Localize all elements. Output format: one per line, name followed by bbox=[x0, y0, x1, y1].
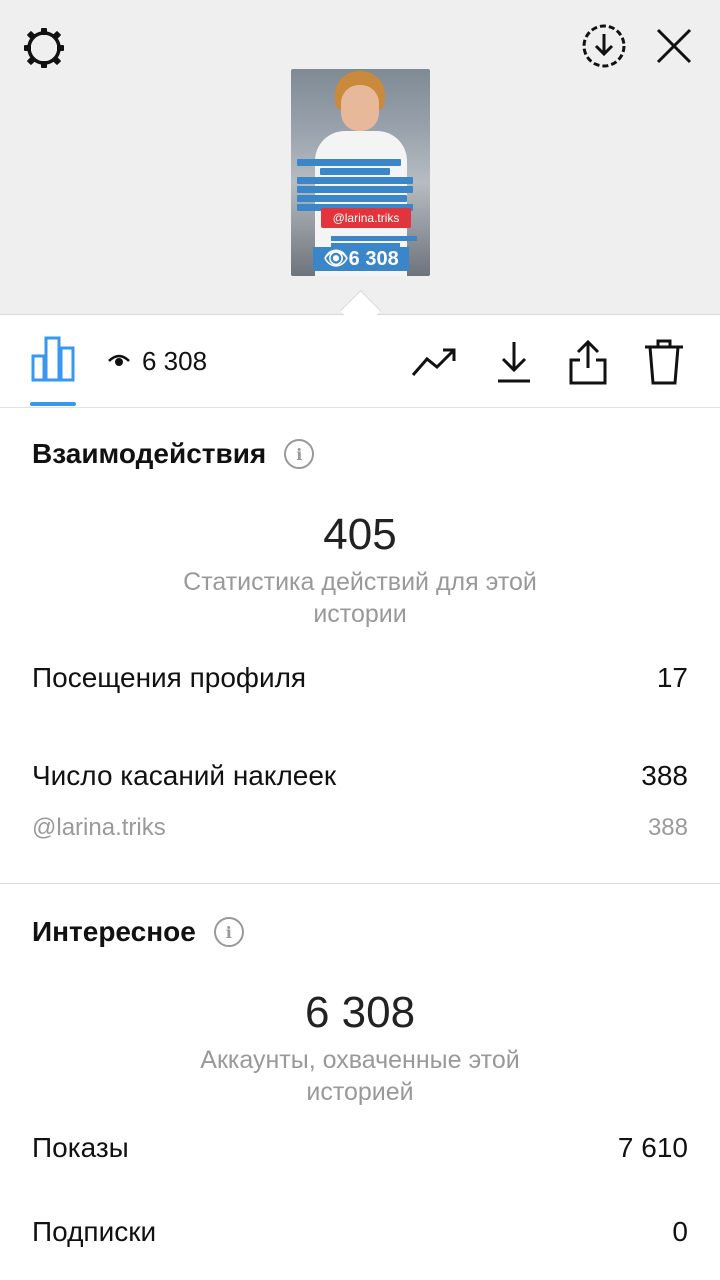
interactions-total: 405 bbox=[323, 510, 397, 559]
stat-value: 388 bbox=[647, 814, 688, 841]
stat-label: Посещения профиля bbox=[32, 662, 307, 693]
stat-row-profile-visits: Посещения профиля 17 bbox=[32, 662, 688, 694]
stat-value: 7 610 bbox=[617, 1132, 688, 1163]
views-overlay: 👁6 308 bbox=[313, 247, 409, 271]
stat-subrow-mention: @larina.triks 388 bbox=[32, 814, 688, 842]
stat-row-impressions: Показы 7 610 bbox=[32, 1132, 688, 1164]
bar-chart-icon bbox=[31, 336, 75, 382]
views-overlay-count: 6 308 bbox=[348, 248, 399, 270]
discovery-caption: Аккаунты, охваченные этой историей bbox=[200, 1046, 520, 1106]
eye-icon: 👁 bbox=[323, 248, 349, 270]
stat-label: Число касаний наклеек bbox=[32, 760, 337, 791]
caption-stickers bbox=[297, 157, 413, 213]
story-thumbnail[interactable]: @larina.triks 👁6 308 bbox=[291, 69, 430, 276]
info-icon[interactable]: i bbox=[284, 439, 315, 469]
interactions-section-title: Взаимодействия i bbox=[32, 438, 315, 470]
stat-value: 17 bbox=[656, 662, 688, 693]
views-count: 6 308 bbox=[142, 345, 208, 376]
info-icon[interactable]: i bbox=[213, 917, 244, 947]
stat-label: @larina.triks bbox=[32, 814, 166, 841]
active-tab-indicator bbox=[30, 402, 76, 406]
insights-tab[interactable] bbox=[30, 334, 78, 389]
stat-label: Показы bbox=[32, 1132, 129, 1163]
stat-row-follows: Подписки 0 bbox=[32, 1216, 688, 1248]
download-circle-icon[interactable] bbox=[578, 20, 630, 72]
stat-label: Подписки bbox=[32, 1216, 157, 1247]
discovery-total: 6 308 bbox=[304, 988, 416, 1037]
discovery-section-title: Интересное i bbox=[32, 916, 244, 948]
trash-icon[interactable] bbox=[640, 338, 688, 386]
mention-sticker: @larina.triks bbox=[321, 208, 411, 228]
person-shape bbox=[341, 85, 379, 131]
gear-icon[interactable] bbox=[18, 22, 70, 74]
section-divider bbox=[0, 883, 720, 884]
discovery-title: Интересное bbox=[32, 916, 196, 947]
interactions-caption: Статистика действий для этой истории bbox=[183, 568, 537, 628]
stat-value: 0 bbox=[672, 1216, 688, 1247]
stat-value: 388 bbox=[641, 760, 688, 791]
story-preview-area: @larina.triks 👁6 308 bbox=[0, 0, 720, 315]
eye-icon bbox=[108, 354, 130, 366]
close-icon[interactable] bbox=[650, 22, 698, 70]
trend-icon[interactable] bbox=[410, 338, 458, 386]
download-icon[interactable] bbox=[490, 338, 538, 386]
share-icon[interactable] bbox=[564, 338, 612, 386]
views-summary: 6 308 bbox=[108, 344, 207, 378]
stat-row-sticker-taps: Число касаний наклеек 388 bbox=[32, 760, 688, 792]
interactions-title: Взаимодействия bbox=[32, 438, 267, 469]
